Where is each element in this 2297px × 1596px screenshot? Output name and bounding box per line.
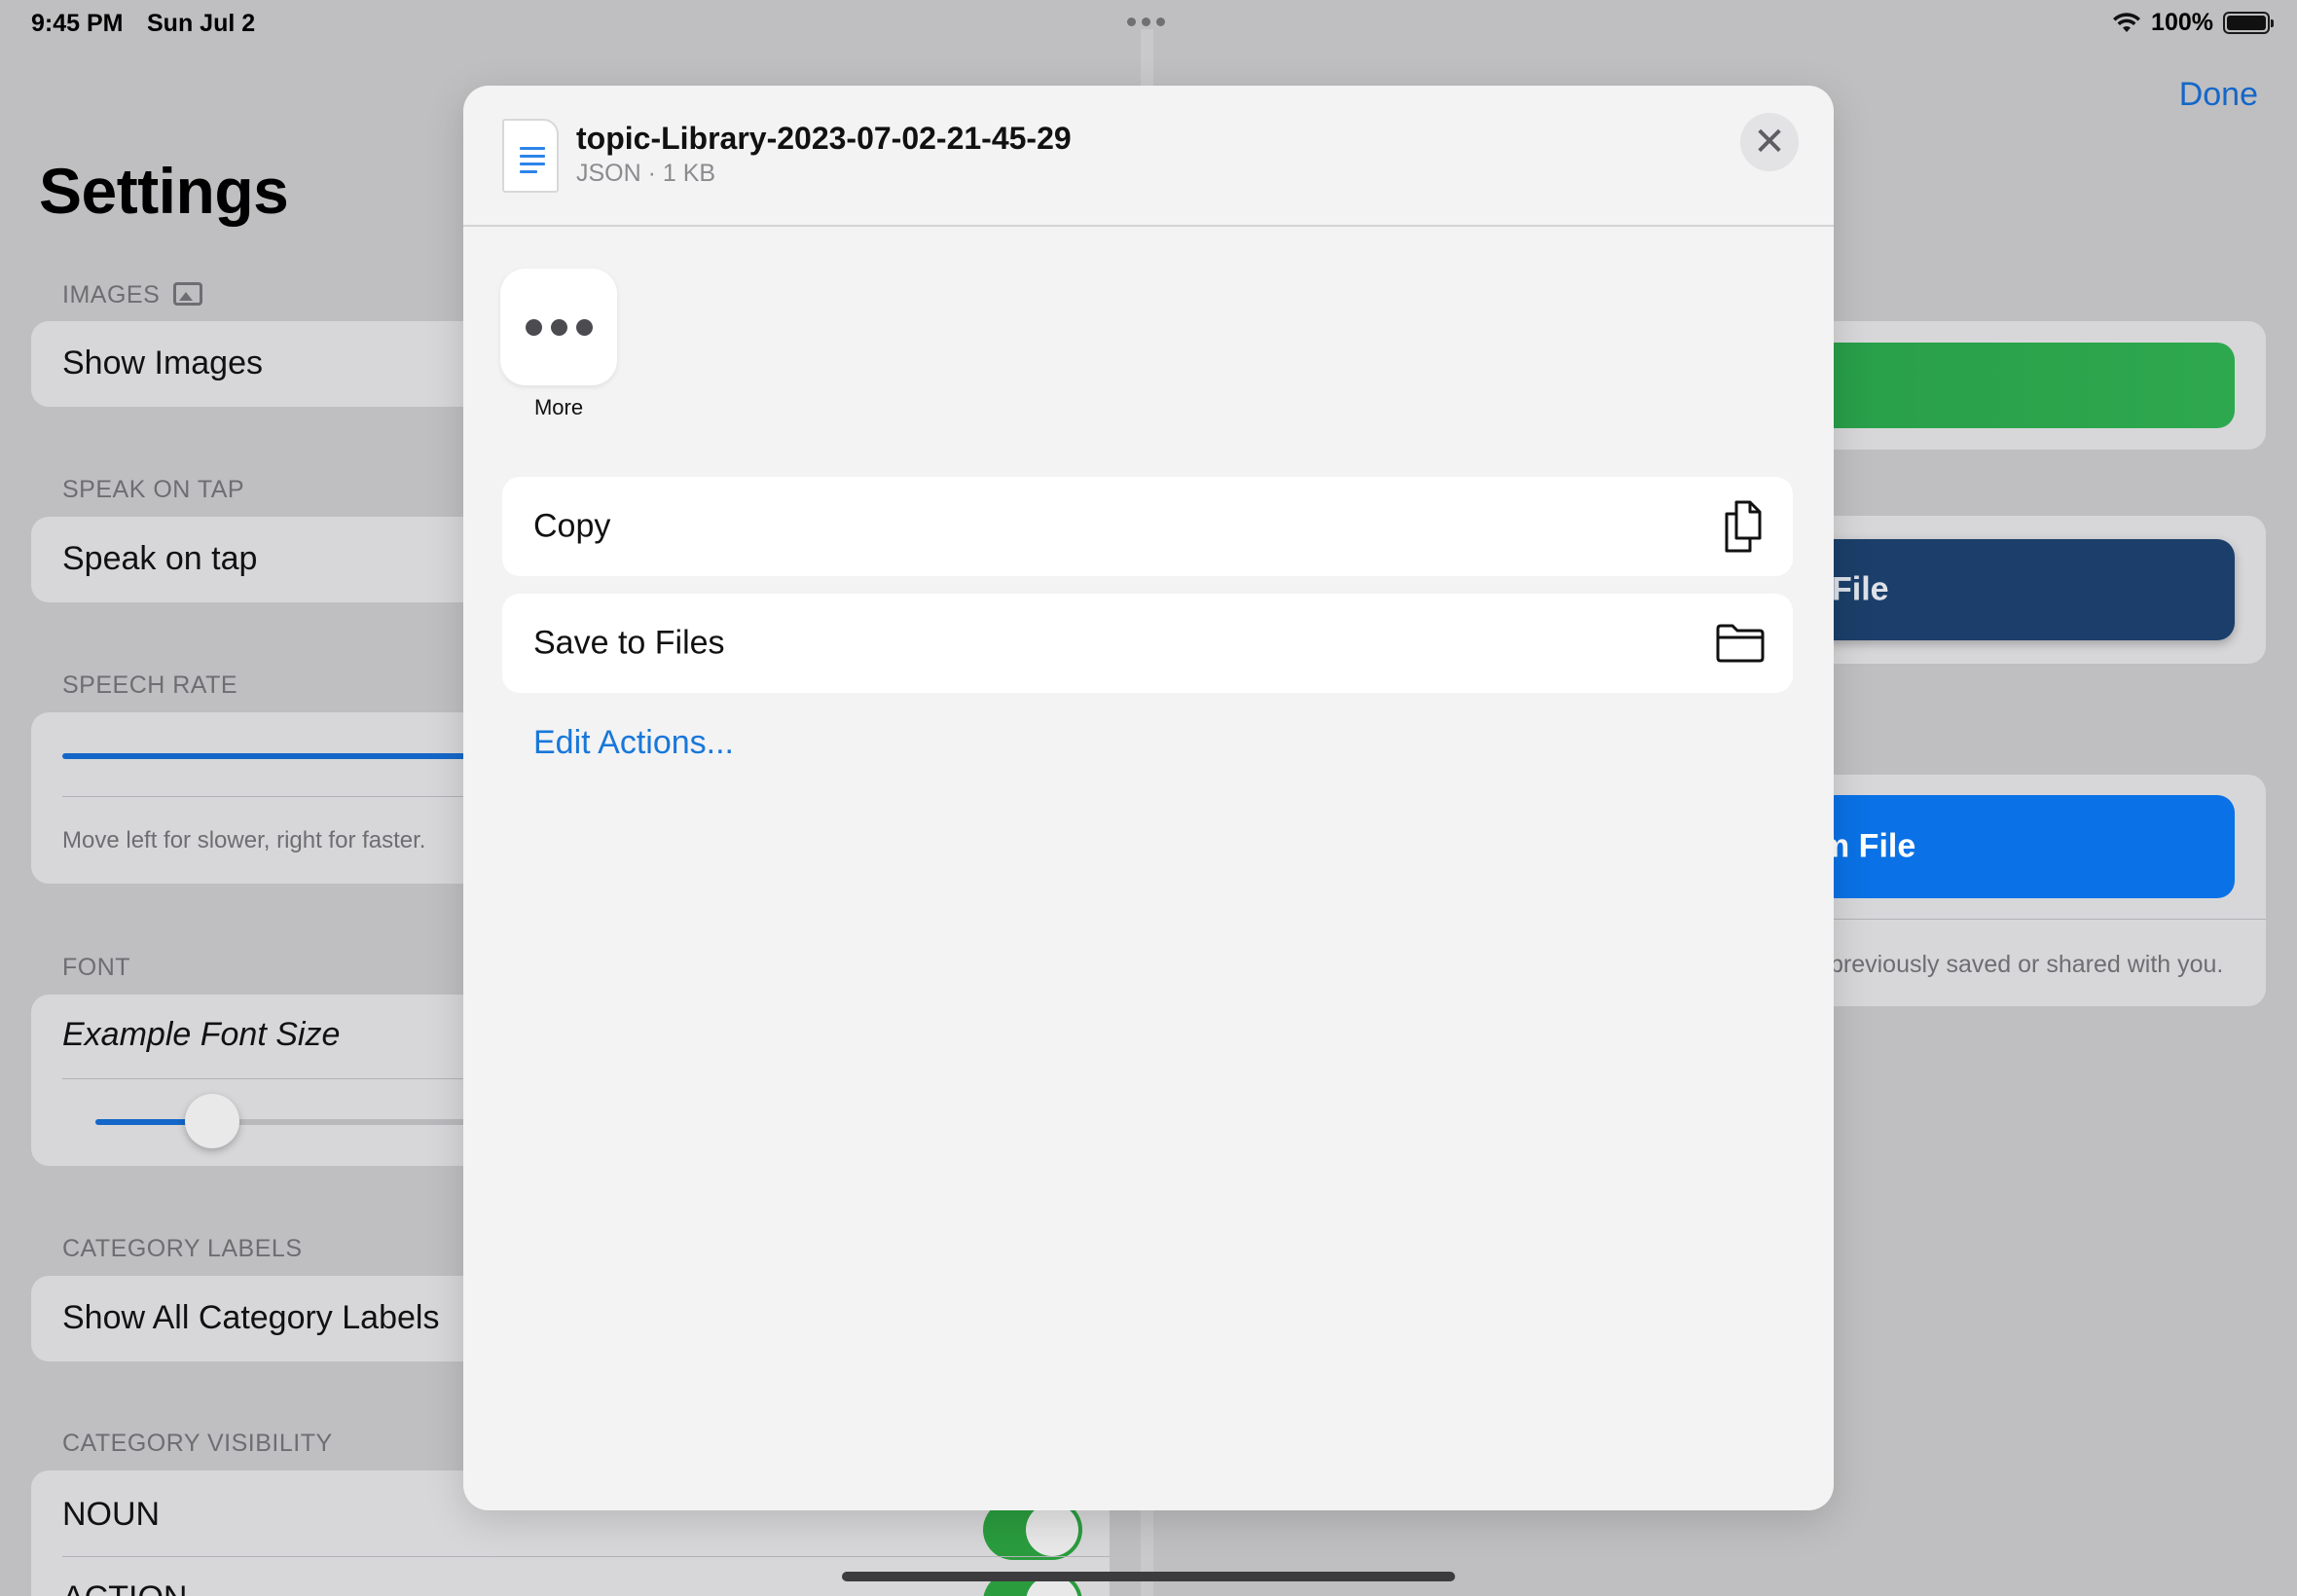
divider: [62, 1556, 1110, 1557]
show-all-category-labels-label: Show All Category Labels: [62, 1299, 440, 1336]
document-icon: [502, 119, 559, 193]
speak-on-tap-label: Speak on tap: [62, 540, 258, 577]
show-images-label: Show Images: [62, 345, 263, 381]
edit-actions-link[interactable]: Edit Actions...: [533, 724, 734, 762]
done-button[interactable]: Done: [2179, 76, 2258, 114]
status-date: Sun Jul 2: [147, 10, 256, 37]
category-noun-label: NOUN: [62, 1496, 161, 1533]
copy-icon: [1725, 500, 1762, 553]
close-button[interactable]: ✕: [1740, 113, 1799, 171]
blue-file-button-label: m File: [1820, 827, 1916, 865]
folder-icon: [1716, 624, 1765, 663]
font-size-slider-thumb[interactable]: [185, 1094, 239, 1148]
share-sheet-header: topic-Library-2023-07-02-21-45-29 JSON ·…: [463, 86, 1834, 227]
copy-action-label: Copy: [533, 507, 611, 545]
save-to-files-action[interactable]: Save to Files: [502, 594, 1793, 693]
share-sheet: topic-Library-2023-07-02-21-45-29 JSON ·…: [463, 86, 1834, 1510]
copy-action[interactable]: Copy: [502, 477, 1793, 576]
right-caption: previously saved or shared with you.: [1830, 951, 2224, 978]
more-dots-icon[interactable]: [500, 269, 617, 385]
section-header-speech-rate: SPEECH RATE: [62, 671, 238, 699]
section-header-category-visibility: CATEGORY VISIBILITY: [62, 1430, 333, 1457]
section-header-category-labels: CATEGORY LABELS: [62, 1235, 303, 1262]
status-time: 9:45 PM: [31, 10, 124, 37]
example-font-size-label: Example Font Size: [62, 1016, 341, 1053]
status-indicators: 100%: [2112, 9, 2274, 37]
battery-percentage: 100%: [2151, 9, 2213, 36]
section-header-images: IMAGES: [62, 281, 161, 308]
file-meta: JSON · 1 KB: [576, 160, 716, 187]
home-indicator[interactable]: [842, 1572, 1455, 1581]
navy-file-button-label: File: [1832, 570, 1889, 608]
page-title: Settings: [39, 155, 289, 227]
file-name: topic-Library-2023-07-02-21-45-29: [576, 121, 1072, 156]
more-app-label: More: [533, 395, 584, 419]
section-header-font: FONT: [62, 954, 131, 981]
category-action-label: ACTION: [62, 1579, 187, 1596]
speech-rate-caption: Move left for slower, right for faster.: [62, 827, 426, 853]
section-header-speak-on-tap: SPEAK ON TAP: [62, 476, 245, 503]
save-to-files-label: Save to Files: [533, 624, 725, 662]
multitask-dots-icon[interactable]: [1127, 18, 1165, 26]
close-icon: ✕: [1753, 121, 1786, 163]
photo-icon: [173, 282, 202, 306]
battery-icon: [2223, 12, 2274, 34]
wifi-icon: [2113, 12, 2141, 32]
